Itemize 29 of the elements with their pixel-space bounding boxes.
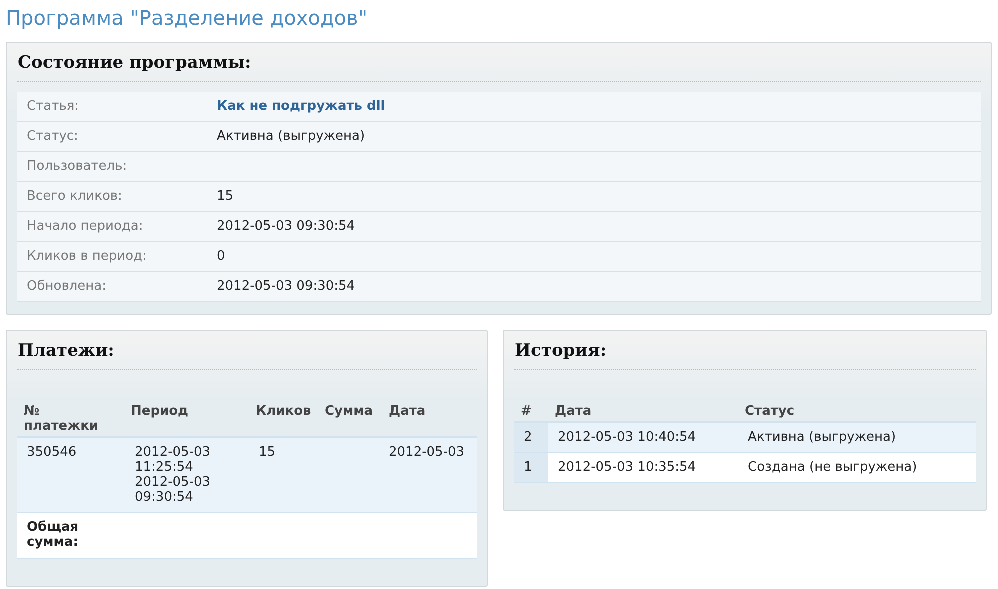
- field-label: Кликов в период:: [17, 242, 207, 272]
- table-cell: 15: [249, 437, 318, 512]
- panel-title: Состояние программы:: [17, 52, 252, 75]
- field-label: Статус:: [17, 122, 207, 152]
- field-label: Обновлена:: [17, 272, 207, 302]
- field-value: 2012-05-03 09:30:54: [207, 212, 981, 242]
- table-cell: 1: [514, 452, 548, 482]
- field-label: Пользователь:: [17, 152, 207, 182]
- table-cell: Создана (не выгружена): [738, 452, 976, 482]
- field-value: 2012-05-03 09:30:54: [207, 272, 981, 302]
- table-cell: 2012-05-03: [382, 437, 477, 512]
- table-cell: 2012-05-03 10:35:54: [548, 452, 738, 482]
- table-cell: Активна (выгружена): [738, 422, 976, 452]
- field-value: Активна (выгружена): [207, 122, 981, 152]
- article-link[interactable]: Как не подгружать dll: [217, 99, 386, 114]
- total-label: Общая сумма:: [17, 512, 124, 558]
- field-value: 0: [207, 242, 981, 272]
- panel-title: Платежи:: [17, 340, 116, 363]
- field-label: Начало периода:: [17, 212, 207, 242]
- table-cell-text: 2012-05-03 09:30:54: [135, 475, 212, 505]
- table-cell: 2012-05-03 10:40:54: [548, 422, 738, 452]
- page-title: Программа "Разделение доходов": [6, 6, 369, 30]
- field-label: Статья:: [17, 92, 207, 122]
- panel-title: История:: [514, 340, 608, 363]
- table-cell: 2: [514, 422, 548, 452]
- field-label: Всего кликов:: [17, 182, 207, 212]
- table-cell-text: 2012-05-03 11:25:54: [135, 445, 212, 475]
- table-cell: 350546: [17, 437, 124, 512]
- field-value: 15: [207, 182, 981, 212]
